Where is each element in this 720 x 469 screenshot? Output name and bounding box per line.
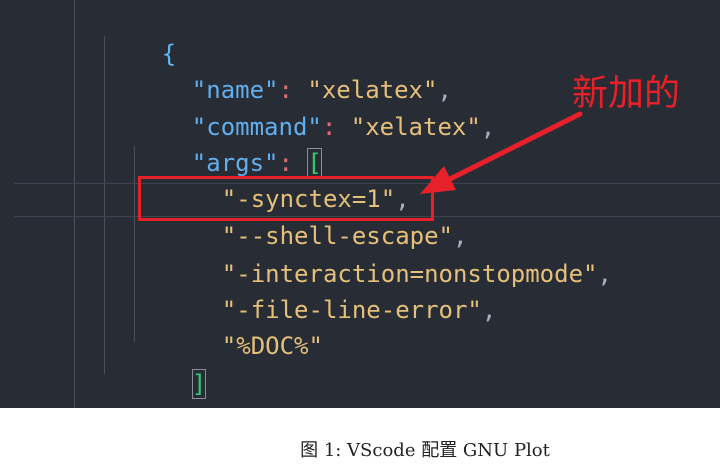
annotation-label: 新加的 [572, 73, 681, 114]
arrow-shaft [445, 111, 583, 183]
arrow-head [420, 166, 456, 194]
code-editor[interactable]: { "name": "xelatex", "command": "xelatex… [0, 0, 720, 408]
figure-caption: 图 1: VScode 配置 GNU Plot [300, 440, 550, 461]
annotation-arrow [420, 111, 583, 194]
